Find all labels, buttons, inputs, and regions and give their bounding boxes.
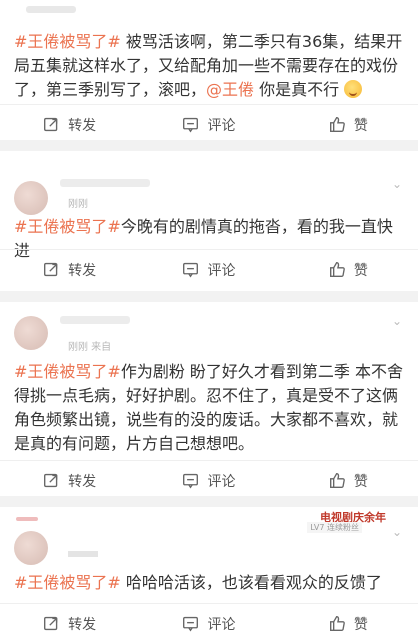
post-meta: 刚刚	[68, 199, 88, 210]
comment-button[interactable]: 评论	[139, 105, 278, 144]
thumbs-up-icon	[329, 473, 345, 488]
like-button[interactable]: 赞	[279, 250, 418, 289]
post-actions: 转发 评论 赞	[0, 249, 418, 289]
chevron-down-icon[interactable]: ⌄	[390, 525, 404, 539]
repost-icon	[44, 262, 58, 277]
drooling-face-emoji	[344, 80, 363, 98]
thumbs-up-icon	[329, 262, 345, 277]
repost-button[interactable]: 转发	[0, 604, 139, 640]
comment-button[interactable]: 评论	[139, 250, 278, 289]
username-blurred	[26, 6, 76, 13]
post-card: #王倦被骂了# 被骂活该啊，第二季只有36集，结果开局五集就这样水了，又给配角加…	[0, 0, 418, 140]
hashtag-link[interactable]: #王倦被骂了#	[14, 362, 121, 381]
post-meta	[68, 551, 98, 557]
repost-icon	[44, 117, 58, 132]
repost-button[interactable]: 转发	[0, 105, 139, 144]
post-actions: 转发 评论 赞	[0, 104, 418, 144]
username-blurred[interactable]	[60, 316, 130, 324]
post-card: 电视剧庆余年 LV7 连续粉丝 ⌄ #王倦被骂了# 哈哈哈活该，也该看看观众的反…	[0, 507, 418, 640]
like-button[interactable]: 赞	[279, 105, 418, 144]
comment-button[interactable]: 评论	[139, 461, 278, 500]
post-actions: 转发 评论 赞	[0, 603, 418, 640]
post-actions: 转发 评论 赞	[0, 460, 418, 500]
avatar[interactable]	[14, 181, 48, 215]
chevron-down-icon[interactable]: ⌄	[390, 177, 404, 191]
hashtag-link[interactable]: #王倦被骂了#	[14, 573, 121, 592]
username-blurred[interactable]	[60, 179, 150, 187]
mention-link[interactable]: @王倦	[206, 80, 254, 99]
card-separator	[0, 291, 418, 302]
comment-icon	[183, 117, 199, 133]
card-separator	[0, 140, 418, 151]
avatar[interactable]	[14, 316, 48, 350]
hashtag-link[interactable]: #王倦被骂了#	[14, 32, 121, 51]
post-card: 刚刚 来自 ⌄ #王倦被骂了#作为剧粉 盼了好久才看到第二季 本不舍得挑一点毛病…	[0, 302, 418, 496]
repost-icon	[44, 616, 58, 631]
post-text: #王倦被骂了# 哈哈哈活该，也该看看观众的反馈了	[14, 573, 382, 592]
repost-icon	[44, 473, 58, 488]
like-button[interactable]: 赞	[279, 461, 418, 500]
repost-button[interactable]: 转发	[0, 461, 139, 500]
hashtag-link[interactable]: #王倦被骂了#	[14, 217, 121, 236]
comment-icon	[183, 262, 199, 278]
repost-button[interactable]: 转发	[0, 250, 139, 289]
card-separator	[0, 496, 418, 507]
like-button[interactable]: 赞	[279, 604, 418, 640]
post-text: #王倦被骂了#作为剧粉 盼了好久才看到第二季 本不舍得挑一点毛病，好好护剧。忍不…	[14, 362, 404, 453]
comment-button[interactable]: 评论	[139, 604, 278, 640]
username-blurred[interactable]	[16, 517, 38, 521]
comment-icon	[183, 616, 199, 632]
comment-icon	[183, 473, 199, 489]
thumbs-up-icon	[329, 117, 345, 132]
fan-level-badge: LV7 连续粉丝	[307, 522, 362, 533]
post-meta: 刚刚 来自	[68, 342, 112, 353]
avatar[interactable]	[14, 531, 48, 565]
post-text: #王倦被骂了# 被骂活该啊，第二季只有36集，结果开局五集就这样水了，又给配角加…	[14, 32, 403, 99]
thumbs-up-icon	[329, 616, 345, 631]
chevron-down-icon[interactable]: ⌄	[390, 314, 404, 328]
post-card: 刚刚 ⌄ #王倦被骂了#今晚有的剧情真的拖沓，看的我一直快进 转发 评论 赞	[0, 151, 418, 291]
